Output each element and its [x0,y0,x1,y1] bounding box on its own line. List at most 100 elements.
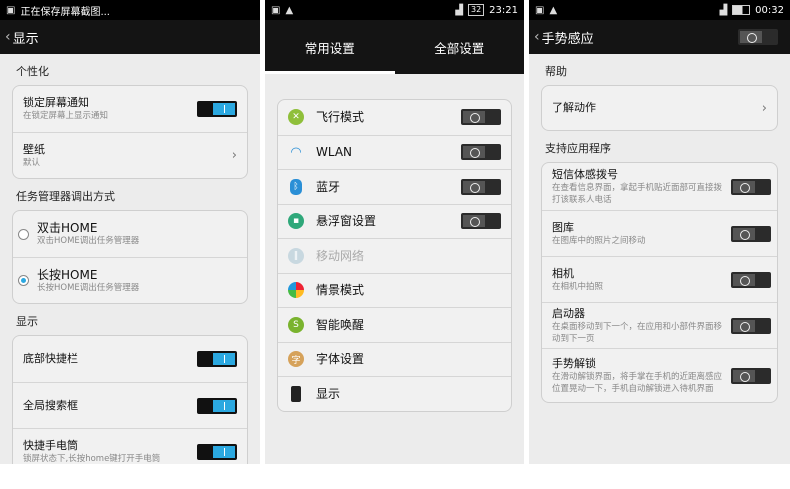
battery-level: 32 [467,4,485,16]
section-header: 帮助 [545,65,567,78]
row-title: 长按HOME [37,267,98,282]
mobile-network-icon: ‖ [288,247,304,264]
font-icon: 字 [288,351,304,368]
lock-notify-row[interactable]: 锁定屏幕通知在锁定屏幕上显示通知 [13,86,247,132]
row-subtitle: 在锁定屏幕上显示通知 [23,111,109,121]
bottom-bar-toggle[interactable] [197,351,237,367]
bottom-bar-row[interactable]: 底部快捷栏 [13,336,247,382]
common-settings-card: ✕ 飞行模式 ◠ WLAN ᛒ 蓝牙 ▪ 悬浮窗设置 ‖ 移动网络 情景模式 S… [277,99,512,412]
double-home-row[interactable]: 双击HOME 双击HOME调出任务管理器 [13,211,247,257]
launcher-toggle[interactable] [731,317,771,334]
airplane-toggle[interactable] [461,109,501,126]
search-box-row[interactable]: 全局搜索框 [13,382,247,428]
task-manager-card: 双击HOME 双击HOME调出任务管理器 长按HOME 长按HOME调出任务管理器 [12,210,248,304]
title-bar: ‹ 手势感应 [529,20,790,54]
row-subtitle: 在查看信息界面，拿起手机贴近面部可直接拨打该联系人电话 [552,182,723,205]
camera-toggle[interactable] [731,271,771,288]
quick-settings-screen: ▣ ▲ ▟ 32 23:21 常用设置 全部设置 ✕ 飞行模式 ◠ WLAN ᛒ… [265,0,524,464]
apps-card: 短信体感拨号 在查看信息界面，拿起手机贴近面部可直接拨打该联系人电话 图库 在图库中… [541,162,778,403]
warning-icon: ▲ [549,4,558,16]
row-title: 锁定屏幕通知 [23,96,89,109]
warning-icon: ▲ [285,4,294,16]
float-window-row[interactable]: ▪ 悬浮窗设置 [278,203,511,239]
long-home-radio[interactable] [18,275,29,286]
row-title: 双击HOME [37,221,98,235]
help-card: 了解动作 › [541,85,778,131]
row-title: 手势解锁 [552,356,596,370]
battery-icon [732,5,751,15]
back-chevron-icon[interactable]: ‹ [529,29,542,45]
camera-row[interactable]: 相机 在相机中拍照 [542,256,777,302]
wifi-icon: ◠ [290,144,302,160]
row-subtitle: 双击HOME调出任务管理器 [37,236,140,246]
row-title: WLAN [316,145,353,160]
launcher-row[interactable]: 启动器 在桌面移动到下一个，在应用和小部件界面移动到下一页 [542,302,777,348]
status-bar: ▣ ▲ ▟ 00:32 [529,0,790,20]
status-bar: ▣ 正在保存屏幕截图... [0,0,260,20]
section-header: 任务管理器调出方式 [16,190,115,203]
section-header: 个性化 [16,65,49,78]
search-box-toggle[interactable] [197,397,237,414]
sms-dial-toggle[interactable] [731,178,771,195]
display-icon [291,385,301,402]
row-title: 移动网络 [316,248,365,263]
long-home-row[interactable]: 长按HOME 长按HOME调出任务管理器 [13,257,247,303]
float-window-icon: ▪ [288,213,304,230]
row-title: 情景模式 [316,283,365,298]
settings-tabs: 常用设置 全部设置 [265,20,524,74]
bluetooth-icon: ᛒ [290,178,302,195]
gesture-unlock-toggle[interactable] [731,367,771,384]
torch-toggle[interactable] [197,443,237,460]
clock: 00:32 [755,4,784,16]
tab-common[interactable]: 常用设置 [265,20,395,74]
gesture-master-toggle[interactable] [738,29,778,45]
font-row[interactable]: 字 字体设置 [278,341,511,377]
smart-wake-icon: S [288,316,304,333]
wallpaper-row[interactable]: 壁纸 默认 › [13,132,247,178]
learn-row[interactable]: 了解动作 › [542,86,777,130]
airplane-row[interactable]: ✕ 飞行模式 [278,100,511,135]
double-home-radio[interactable] [18,228,29,240]
screenshot-icon: ▣ [6,4,16,16]
title-bar: ‹ 显示 [0,20,260,54]
active-tab-indicator [265,71,395,74]
sms-dial-row[interactable]: 短信体感拨号 在查看信息界面，拿起手机贴近面部可直接拨打该联系人电话 [542,163,777,210]
row-title: 启动器 [552,306,585,320]
page-title: 手势感应 [541,31,594,47]
row-subtitle: 在相机中拍照 [552,281,604,292]
row-title: 壁纸 [23,142,45,156]
row-subtitle: 长按HOME调出任务管理器 [37,282,140,293]
row-title: 飞行模式 [316,110,365,125]
bluetooth-toggle[interactable] [461,178,501,195]
display-row[interactable]: 显示 [278,376,511,411]
row-subtitle: 在图库中的照片之间移动 [552,235,646,246]
gesture-unlock-row[interactable]: 手势解锁 在滑动解锁界面，将手掌在手机的近距离感应位置晃动一下，手机自动解锁进入待… [542,348,777,402]
wlan-row[interactable]: ◠ WLAN [278,134,511,170]
row-title: 相机 [552,266,574,280]
section-header: 支持应用程序 [545,142,611,155]
bluetooth-row[interactable]: ᛒ 蓝牙 [278,169,511,204]
gallery-toggle[interactable] [731,225,771,242]
float-window-toggle[interactable] [461,213,501,230]
row-title: 全局搜索框 [23,398,78,412]
row-title: 悬浮窗设置 [316,214,377,229]
row-subtitle: 默认 [23,157,41,168]
status-text: 正在保存屏幕截图... [20,6,110,18]
back-chevron-icon[interactable]: ‹ [0,29,13,45]
page-title: 显示 [12,31,39,47]
signal-icon: ▟ [455,4,463,16]
row-title: 底部快捷栏 [23,352,78,365]
lock-notify-toggle[interactable] [197,101,237,117]
tab-all[interactable]: 全部设置 [395,20,525,74]
scene-mode-row[interactable]: 情景模式 [278,272,511,308]
smart-wake-row[interactable]: S 智能唤醒 [278,307,511,342]
gallery-row[interactable]: 图库 在图库中的照片之间移动 [542,210,777,256]
clock: 23:21 [489,4,518,16]
mobile-network-row: ‖ 移动网络 [278,238,511,273]
chevron-right-icon: › [231,148,237,163]
wlan-toggle[interactable] [461,144,501,161]
torch-row[interactable]: 快捷手电筒 锁屏状态下,长按home键打开手电筒 [13,428,247,464]
row-title: 字体设置 [316,352,365,367]
signal-icon: ▟ [719,4,728,16]
row-title: 显示 [316,386,341,401]
